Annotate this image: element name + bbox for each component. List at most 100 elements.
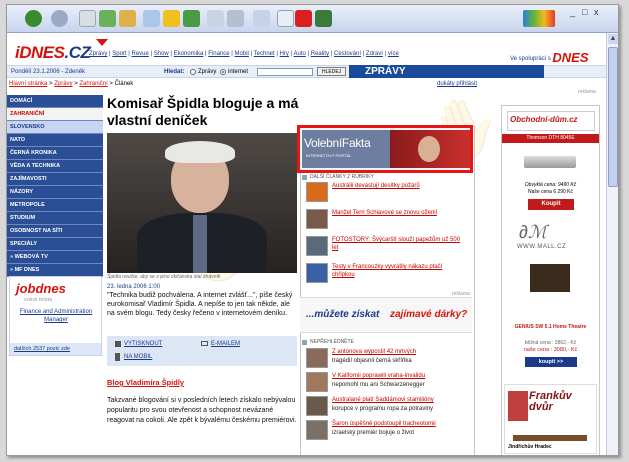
search-button[interactable]: HLEDEJ	[317, 67, 347, 76]
more-jobs-link[interactable]: dalších 2537 pozic zde	[10, 343, 101, 355]
topnav-link[interactable]: Cestování	[334, 51, 361, 57]
volebni-fakta-ad[interactable]: VolebníFakta INTERNETOVÝ PORTÁL	[297, 125, 473, 173]
frankuv-crest	[508, 391, 528, 421]
story-link[interactable]: Austrálii devastují desítky požárů	[332, 182, 420, 190]
favorites-icon[interactable]	[163, 10, 180, 27]
scroll-thumb[interactable]	[608, 47, 618, 187]
story-item[interactable]: FOTOSTORY: Švýcarští slouží papežům už 5…	[306, 235, 466, 257]
topnav-link[interactable]: Mobil	[235, 51, 249, 57]
topnav-link[interactable]: Ekonomika	[174, 51, 204, 57]
topnav-link[interactable]: více	[388, 51, 399, 57]
sidebar-item[interactable]: SPECIÁLY	[7, 238, 103, 251]
notmiss-thumbnail[interactable]	[306, 420, 328, 440]
topnav-link[interactable]: Finance	[208, 51, 229, 57]
sidebar-item[interactable]: SLOVENSKO	[7, 121, 103, 134]
radio-web[interactable]	[220, 69, 226, 75]
stop-icon[interactable]	[79, 10, 96, 27]
ad2-old-price: běžná cena : 3862,- Kč	[524, 340, 577, 346]
topnav-link[interactable]: Reality	[311, 51, 329, 57]
sidebar-item[interactable]: ZAJÍMAVOSTI	[7, 173, 103, 186]
topnav-link[interactable]: Hry	[280, 51, 289, 57]
story-item[interactable]: Manžel Terri Schiavové se znovu oženil	[306, 208, 466, 230]
jobdnes-logo[interactable]: jobdnes	[16, 281, 66, 296]
vertical-scrollbar[interactable]: ▲	[606, 33, 618, 455]
speakers-image	[530, 264, 570, 292]
edit-icon[interactable]	[253, 10, 270, 27]
topnav-link[interactable]: Show	[154, 51, 169, 57]
story-link[interactable]: Manžel Terri Schiavové se znovu oženil	[332, 209, 437, 217]
notmiss-item[interactable]: Z antonova wypostil 42 mrtvých tragédií o…	[306, 347, 466, 369]
home-icon[interactable]	[119, 10, 136, 27]
discuss-icon[interactable]	[277, 10, 294, 27]
story-link[interactable]: Testy v Francouzky vyvrátily nákazu ptač…	[332, 263, 466, 279]
obchodni-dum-logo[interactable]: Obchodní-dům.cz	[507, 111, 595, 131]
topnav-link[interactable]: Technet	[254, 51, 275, 57]
breadcrumb-zpravy[interactable]: Zprávy	[54, 81, 72, 87]
promo-banner[interactable]: ...můžete získat zajímavé dárky?	[300, 297, 472, 333]
maximize-button[interactable]: □	[582, 7, 587, 17]
sidebar-item[interactable]: OSOBNOST NA SÍTI	[7, 225, 103, 238]
story-item[interactable]: Austrálii devastují desítky požárů	[306, 181, 466, 203]
minimize-button[interactable]: _	[570, 7, 575, 17]
notmiss-item[interactable]: Šaron úspěšně podstoupil tracheotomii izr…	[306, 419, 466, 441]
sidebar-item[interactable]: DOMÁCÍ	[7, 95, 103, 108]
sidebar-item[interactable]: VĚDA A TECHNIKA	[7, 160, 103, 173]
frankuv-dvur-ad[interactable]: Frankův dvůr Jindřichův Hradec	[504, 384, 597, 454]
sidebar-item[interactable]: » WEBOVÁ TV	[7, 251, 103, 264]
breadcrumb-current: Článek	[114, 81, 134, 87]
ad2-buy-button[interactable]: koupit >>	[525, 357, 577, 367]
sidebar-item[interactable]: ZAHRANIČNÍ	[7, 108, 103, 121]
search-icon[interactable]	[143, 10, 160, 27]
scroll-up-icon[interactable]: ▲	[608, 34, 618, 44]
topnav-link[interactable]: Auto	[294, 51, 306, 57]
breadcrumb-home[interactable]: Hlavní stránka	[9, 81, 47, 87]
notmiss-link[interactable]: Šaron úspěšně podstoupil tracheotomii	[332, 420, 436, 428]
sidebar-item[interactable]: METROPOLE	[7, 199, 103, 212]
history-icon[interactable]	[183, 10, 200, 27]
story-item[interactable]: Testy v Francouzky vyvrátily nákazu ptač…	[306, 262, 466, 284]
notmiss-thumbnail[interactable]	[306, 348, 328, 368]
login-link[interactable]: dukáty přihlásit	[437, 81, 477, 87]
notmiss-item[interactable]: Australané platí Saddámovi stamilióny kor…	[306, 395, 466, 417]
sidebar-item[interactable]: ČERNÁ KRONIKA	[7, 147, 103, 160]
topnav-link[interactable]: Sport	[112, 51, 126, 57]
sidebar-item[interactable]: NÁZORY	[7, 186, 103, 199]
story-thumbnail[interactable]	[306, 263, 328, 283]
mobile-link[interactable]: NA MOBIL	[124, 354, 152, 360]
close-button[interactable]: x	[594, 7, 599, 17]
messenger-icon[interactable]	[295, 10, 312, 27]
topnav-link[interactable]: Zdraví	[366, 51, 383, 57]
site-logo[interactable]: iDNES.CZ	[15, 43, 91, 63]
print-link[interactable]: VYTISKNOUT	[124, 341, 162, 347]
blog-link[interactable]: Blog Vladimíra Špidly	[107, 378, 184, 387]
story-thumbnail[interactable]	[306, 209, 328, 229]
notmiss-link[interactable]: Z antonova wypostil 42 mrtvých	[332, 348, 416, 356]
topnav-link[interactable]: Revue	[132, 51, 149, 57]
refresh-icon[interactable]	[99, 10, 116, 27]
email-link[interactable]: E-MAILEM	[211, 341, 240, 347]
mail-icon[interactable]	[207, 10, 224, 27]
print-icon[interactable]	[227, 10, 244, 27]
notmiss-thumbnail[interactable]	[306, 372, 328, 392]
forward-icon[interactable]	[51, 10, 68, 27]
sidebar-item[interactable]: STUDIUM	[7, 212, 103, 225]
ad1-buy-button[interactable]: Koupit	[528, 199, 574, 210]
frankuv-brand: Frankův dvůr	[529, 390, 572, 413]
search-input[interactable]	[257, 68, 313, 76]
notmiss-link[interactable]: V Kalifornii poprawili vraha-invalidu	[332, 372, 425, 380]
story-link[interactable]: FOTOSTORY: Švýcarští slouží papežům už 5…	[332, 236, 466, 252]
ad1-product: Thomson DTH 8045E	[502, 134, 599, 143]
research-icon[interactable]	[315, 10, 332, 27]
topnav-link[interactable]: Zprávy	[89, 51, 107, 57]
breadcrumb-zahranicni[interactable]: Zahraniční	[79, 81, 107, 87]
story-thumbnail[interactable]	[306, 236, 328, 256]
story-thumbnail[interactable]	[306, 182, 328, 202]
notmiss-item[interactable]: V Kalifornii poprawili vraha-invalidu nep…	[306, 371, 466, 393]
radio-news[interactable]	[190, 69, 196, 75]
notmiss-thumbnail[interactable]	[306, 396, 328, 416]
back-icon[interactable]	[25, 10, 42, 27]
notmiss-link[interactable]: Australané platí Saddámovi stamilióny	[332, 396, 434, 404]
sidebar-item[interactable]: NATO	[7, 134, 103, 147]
mall-logo[interactable]: ∂ℳ WWW.MALL.CZ	[507, 220, 595, 254]
job-link[interactable]: Finance and Administration Manager	[18, 308, 94, 324]
